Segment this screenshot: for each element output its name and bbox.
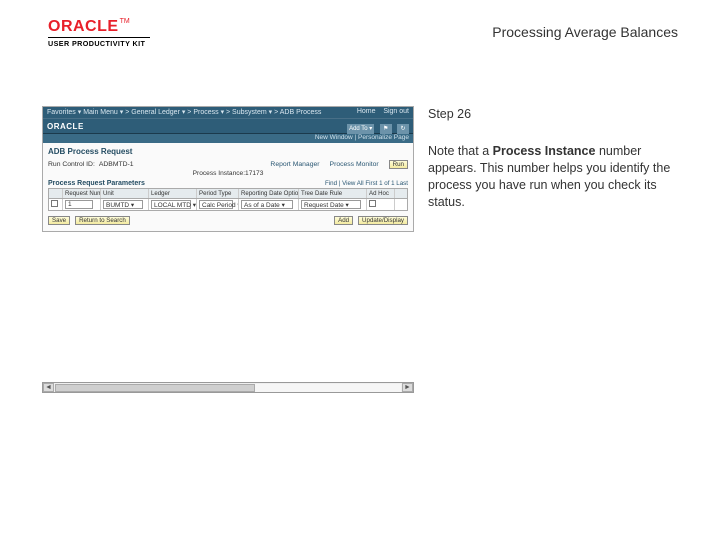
- home-link[interactable]: Home: [357, 108, 376, 115]
- col-ledger: Ledger: [149, 189, 197, 198]
- scroll-track[interactable]: [55, 384, 401, 392]
- table-row: 1 BUMTD ▾ LOCAL MTD ▾ Calc Period ▾ As o…: [49, 199, 407, 210]
- add-button[interactable]: Add: [334, 216, 353, 225]
- page-header: ORACLETM USER PRODUCTIVITY KIT Processin…: [48, 18, 678, 48]
- col-period-type: Period Type: [197, 189, 239, 198]
- horizontal-scrollbar[interactable]: ◄ ►: [42, 382, 414, 393]
- app-screenshot: Favorites ▾ Main Menu ▾ > General Ledger…: [42, 106, 414, 232]
- flag-icon[interactable]: ⚑: [380, 124, 392, 134]
- run-control-label: Run Control ID:: [48, 161, 95, 168]
- scroll-right-icon[interactable]: ►: [402, 383, 413, 392]
- process-instance-text: Process Instance:17173: [48, 170, 408, 177]
- unit-select[interactable]: BUMTD ▾: [103, 200, 143, 209]
- update-display-button[interactable]: Update/Display: [358, 216, 408, 225]
- period-type-select[interactable]: Calc Period ▾: [199, 200, 233, 209]
- instruction-panel: Step 26 Note that a Process Instance num…: [428, 106, 678, 210]
- oracle-logo: ORACLETM USER PRODUCTIVITY KIT: [48, 18, 150, 48]
- instruction-pre: Note that a: [428, 144, 493, 158]
- request-number-input[interactable]: 1: [65, 200, 93, 209]
- tree-rule-select[interactable]: Request Date ▾: [301, 200, 361, 209]
- table-header: Request Number Unit Ledger Period Type R…: [49, 189, 407, 199]
- report-manager-link[interactable]: Report Manager: [270, 161, 319, 168]
- run-control-value: ADBMTD-1: [99, 161, 134, 168]
- toolbar-addto[interactable]: Add To ▾: [347, 124, 374, 134]
- instruction-bold: Process Instance: [493, 144, 596, 158]
- app-brand: ORACLE: [47, 122, 84, 131]
- col-select: [49, 189, 63, 198]
- step-label: Step 26: [428, 106, 678, 123]
- col-unit: Unit: [101, 189, 149, 198]
- section-title: Process Request Parameters: [48, 180, 145, 187]
- form-body: ADB Process Request Run Control ID: ADBM…: [43, 143, 413, 231]
- scroll-left-icon[interactable]: ◄: [43, 383, 54, 392]
- grid-nav-links[interactable]: Find | View All First 1 of 1 Last: [325, 180, 408, 187]
- breadcrumb[interactable]: Favorites ▾ Main Menu ▾ > General Ledger…: [47, 108, 321, 117]
- sub-bar[interactable]: New Window | Personalize Page: [43, 134, 413, 143]
- save-button[interactable]: Save: [48, 216, 70, 225]
- oracle-wordmark: ORACLE: [48, 18, 119, 36]
- adhoc-checkbox[interactable]: [369, 200, 376, 207]
- upk-subbrand: USER PRODUCTIVITY KIT: [48, 37, 150, 48]
- ledger-select[interactable]: LOCAL MTD ▾: [151, 200, 191, 209]
- scroll-thumb[interactable]: [55, 384, 255, 392]
- process-monitor-link[interactable]: Process Monitor: [330, 161, 379, 168]
- brand-row: ORACLE Add To ▾ ⚑ ↻: [43, 118, 413, 134]
- col-adhoc: Ad Hoc: [367, 189, 395, 198]
- run-control-row: Run Control ID: ADBMTD-1 Report Manager …: [48, 160, 408, 169]
- col-request-number: Request Number: [63, 189, 101, 198]
- return-button[interactable]: Return to Search: [75, 216, 130, 225]
- run-button[interactable]: Run: [389, 160, 408, 169]
- refresh-icon[interactable]: ↻: [397, 124, 409, 134]
- trademark-symbol: TM: [120, 18, 130, 25]
- top-links: Home Sign out: [357, 108, 409, 117]
- form-actions: Save Return to Search Add Update/Display: [48, 216, 408, 225]
- reporting-date-select[interactable]: As of a Date ▾: [241, 200, 293, 209]
- instruction-text: Note that a Process Instance number appe…: [428, 143, 678, 211]
- row-checkbox[interactable]: [51, 200, 58, 207]
- form-heading: ADB Process Request: [48, 147, 408, 156]
- section-header: Process Request Parameters Find | View A…: [48, 180, 408, 187]
- page-title: Processing Average Balances: [492, 24, 678, 40]
- toolbar-icons: Add To ▾ ⚑ ↻: [345, 119, 409, 134]
- col-tree-rule: Tree Date Rule: [299, 189, 367, 198]
- signout-link[interactable]: Sign out: [383, 108, 409, 115]
- breadcrumb-bar: Favorites ▾ Main Menu ▾ > General Ledger…: [43, 107, 413, 118]
- params-table: Request Number Unit Ledger Period Type R…: [48, 188, 408, 211]
- col-reporting-date: Reporting Date Option: [239, 189, 299, 198]
